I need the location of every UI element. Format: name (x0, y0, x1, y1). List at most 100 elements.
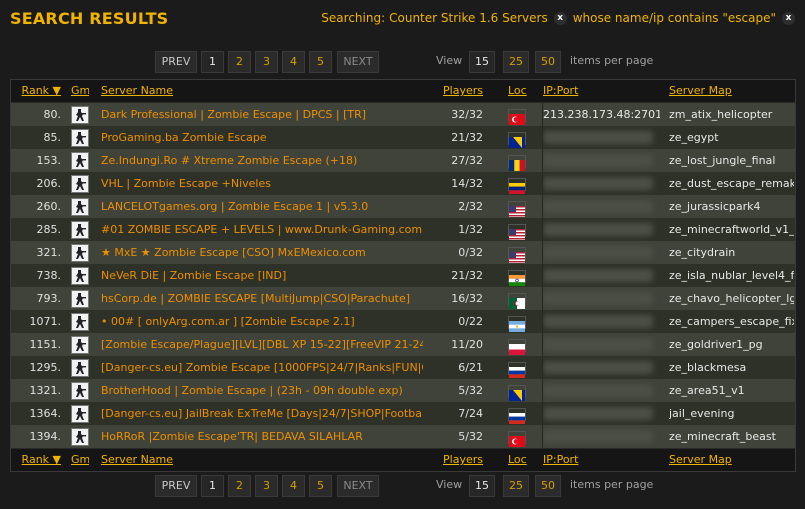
counter-strike-icon[interactable] (71, 359, 89, 377)
ip-port-cell[interactable] (543, 241, 660, 264)
counter-strike-icon[interactable] (71, 382, 89, 400)
counter-strike-icon[interactable] (71, 313, 89, 331)
server-name-link[interactable]: #01 ZOMBIE ESCAPE + LEVELS | www.Drunk-G… (101, 218, 423, 241)
server-name-link[interactable]: [Danger-cs.eu] Zombie Escape [1000FPS|24… (101, 356, 423, 379)
table-row[interactable]: 285. #01 ZOMBIE ESCAPE + LEVELS | www.Dru… (11, 218, 795, 241)
table-row[interactable]: 1364. [Danger-cs.eu] JailBreak ExTreMe [D… (11, 402, 795, 425)
sort-server-name[interactable]: Server Name (101, 80, 423, 102)
table-row[interactable]: 80. Dark Professional | Zombie Escape | D… (11, 103, 795, 126)
page-4-button[interactable]: 4 (282, 51, 305, 73)
table-row[interactable]: 1394. HoRRoR |Zombie Escape'TR| BEDAVA SI… (11, 425, 795, 448)
ip-port-cell[interactable] (543, 402, 660, 425)
sort-ip-port[interactable]: IP:Port (543, 449, 660, 471)
sort-ip-port[interactable]: IP:Port (543, 80, 660, 102)
ip-port-cell[interactable]: 213.238.173.48:27015 (543, 103, 660, 126)
next-button[interactable]: NEXT (337, 51, 379, 73)
location-cell (508, 241, 530, 264)
ip-port-cell[interactable] (543, 218, 660, 241)
server-name-link[interactable]: ProGaming.ba Zombie Escape (101, 126, 423, 149)
sort-game[interactable]: Gm (71, 80, 89, 102)
sort-rank[interactable]: Rank ▼ (11, 80, 61, 102)
sort-server-map[interactable]: Server Map (669, 80, 794, 102)
table-row[interactable]: 85. ProGaming.ba Zombie Escape 21/32 ze_egy… (11, 126, 795, 149)
counter-strike-icon[interactable] (71, 106, 89, 124)
sort-location[interactable]: Loc (508, 449, 530, 471)
server-map-cell: ze_minecraftworld_v1_dj (669, 223, 794, 236)
ip-port-cell[interactable] (543, 356, 660, 379)
sort-players[interactable]: Players (431, 80, 483, 102)
counter-strike-icon[interactable] (71, 198, 89, 216)
ip-port-cell[interactable] (543, 287, 660, 310)
per-page-25-button[interactable]: 25 (503, 475, 529, 497)
counter-strike-icon[interactable] (71, 405, 89, 423)
prev-button[interactable]: PREV (155, 51, 197, 73)
ip-port-cell[interactable] (543, 425, 660, 448)
page-4-button[interactable]: 4 (282, 475, 305, 497)
page-5-button[interactable]: 5 (309, 51, 332, 73)
sort-location[interactable]: Loc (508, 80, 530, 102)
table-row[interactable]: 260. LANCELOTgames.org | Zombie Escape 1 … (11, 195, 795, 218)
sort-server-map[interactable]: Server Map (669, 449, 794, 471)
searching-value[interactable]: Counter Strike 1.6 Servers (389, 11, 548, 25)
server-name-link[interactable]: Dark Professional | Zombie Escape | DPCS… (101, 103, 423, 126)
table-row[interactable]: 1071. • 00# [ onlyArg.com.ar ] [Zombie Es… (11, 310, 795, 333)
table-row[interactable]: 793. hsCorp.de | ZOMBIE ESCAPE [MultiJump… (11, 287, 795, 310)
page-1-button[interactable]: 1 (201, 51, 224, 73)
server-name-link[interactable]: HoRRoR |Zombie Escape'TR| BEDAVA SILAHLA… (101, 425, 423, 448)
counter-strike-icon[interactable] (71, 336, 89, 354)
server-name-link[interactable]: BrotherHood | Zombie Escape | (23h - 09h… (101, 379, 423, 402)
per-page-15-button[interactable]: 15 (469, 475, 495, 497)
ip-port-cell[interactable] (543, 310, 660, 333)
server-name-link[interactable]: LANCELOTgames.org | Zombie Escape 1 | v5… (101, 195, 423, 218)
sort-game[interactable]: Gm (71, 449, 89, 471)
close-icon[interactable]: x (782, 11, 795, 25)
table-row[interactable]: 1295. [Danger-cs.eu] Zombie Escape [1000F… (11, 356, 795, 379)
counter-strike-icon[interactable] (71, 244, 89, 262)
ip-port-cell[interactable] (543, 172, 660, 195)
per-page-15-button[interactable]: 15 (469, 51, 495, 73)
sort-server-name[interactable]: Server Name (101, 449, 423, 471)
table-row[interactable]: 153. Ze.Indungi.Ro # Xtreme Zombie Escape… (11, 149, 795, 172)
table-row[interactable]: 738. NeVeR DiE | Zombie Escape [IND] 21/32… (11, 264, 795, 287)
server-name-link[interactable]: Ze.Indungi.Ro # Xtreme Zombie Escape (+1… (101, 149, 423, 172)
server-name-link[interactable]: NeVeR DiE | Zombie Escape [IND] (101, 264, 423, 287)
counter-strike-icon[interactable] (71, 175, 89, 193)
per-page-50-button[interactable]: 50 (535, 475, 561, 497)
table-row[interactable]: 206. VHL | Zombie Escape +Niveles 14/32 ze_… (11, 172, 795, 195)
next-button[interactable]: NEXT (337, 475, 379, 497)
counter-strike-icon[interactable] (71, 129, 89, 147)
counter-strike-icon[interactable] (71, 152, 89, 170)
counter-strike-icon[interactable] (71, 428, 89, 446)
page-1-button[interactable]: 1 (201, 475, 224, 497)
server-name-link[interactable]: • 00# [ onlyArg.com.ar ] [Zombie Escape … (101, 310, 423, 333)
server-name-link[interactable]: VHL | Zombie Escape +Niveles (101, 172, 423, 195)
table-row[interactable]: 1151. [Zombie Escape/Plague][LVL][DBL XP … (11, 333, 795, 356)
counter-strike-icon[interactable] (71, 267, 89, 285)
page-3-button[interactable]: 3 (255, 51, 278, 73)
page-2-button[interactable]: 2 (228, 51, 251, 73)
sort-players[interactable]: Players (431, 449, 483, 471)
server-name-link[interactable]: [Zombie Escape/Plague][LVL][DBL XP 15-22… (101, 333, 423, 356)
page-3-button[interactable]: 3 (255, 475, 278, 497)
ip-port-cell[interactable] (543, 333, 660, 356)
per-page-50-button[interactable]: 50 (535, 51, 561, 73)
ip-port-cell[interactable] (543, 264, 660, 287)
page-2-button[interactable]: 2 (228, 475, 251, 497)
game-cell (71, 241, 89, 264)
ip-port-cell[interactable] (543, 379, 660, 402)
server-name-link[interactable]: [Danger-cs.eu] JailBreak ExTreMe [Days|2… (101, 402, 423, 425)
server-name-link[interactable]: hsCorp.de | ZOMBIE ESCAPE [MultiJump|CSO… (101, 287, 423, 310)
ip-port-cell[interactable] (543, 149, 660, 172)
server-name-link[interactable]: ★ MxE ★ Zombie Escape [CSO] MxEMexico.co… (101, 241, 423, 264)
table-row[interactable]: 321. ★ MxE ★ Zombie Escape [CSO] MxEMexic… (11, 241, 795, 264)
prev-button[interactable]: PREV (155, 475, 197, 497)
ip-port-cell[interactable] (543, 126, 660, 149)
ip-port-cell[interactable] (543, 195, 660, 218)
table-row[interactable]: 1321. BrotherHood | Zombie Escape | (23h … (11, 379, 795, 402)
page-5-button[interactable]: 5 (309, 475, 332, 497)
counter-strike-icon[interactable] (71, 290, 89, 308)
sort-rank[interactable]: Rank ▼ (11, 449, 61, 471)
close-icon[interactable]: x (553, 11, 567, 25)
counter-strike-icon[interactable] (71, 221, 89, 239)
per-page-25-button[interactable]: 25 (503, 51, 529, 73)
